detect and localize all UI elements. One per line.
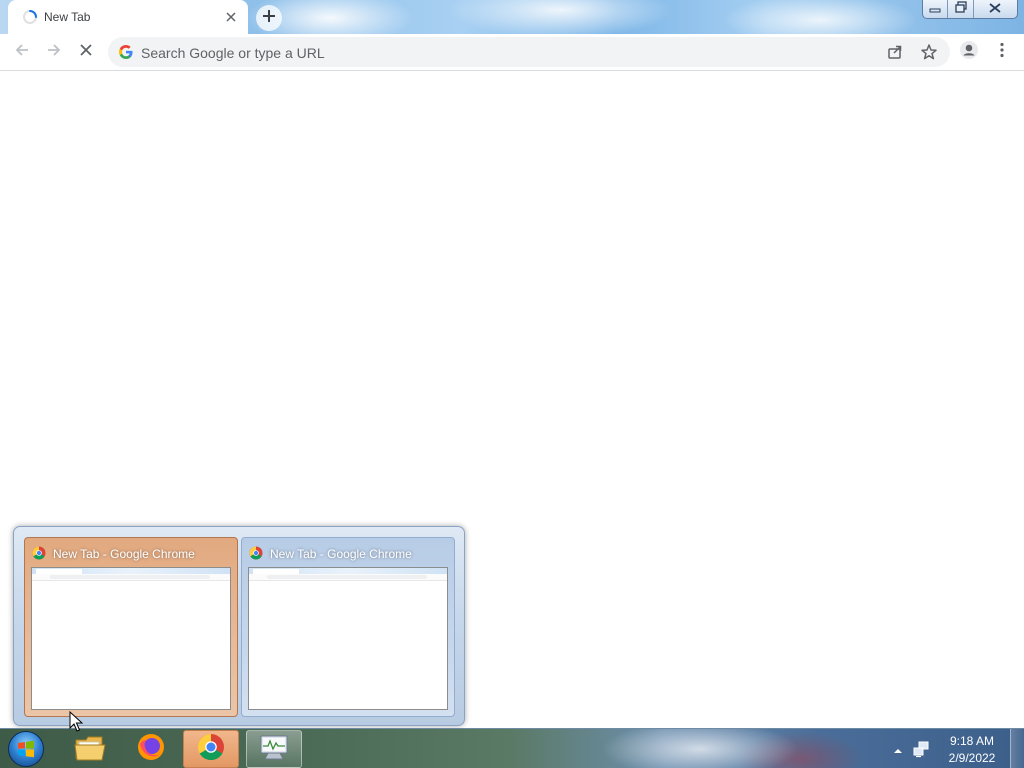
stop-icon [79, 43, 93, 62]
task-manager-icon [258, 733, 290, 766]
chrome-icon [32, 546, 46, 560]
restore-button[interactable] [948, 0, 974, 18]
browser-titlebar: New Tab [0, 0, 1024, 34]
thumbnail-screenshot [248, 567, 448, 710]
thumbnail-title: New Tab - Google Chrome [53, 547, 195, 561]
tab-new-tab[interactable]: New Tab [8, 0, 248, 34]
window-controls [922, 0, 1018, 19]
restore-icon [955, 0, 967, 18]
taskbar-thumbnail-preview: New Tab - Google Chrome New Tab - Google… [13, 526, 465, 726]
thumbnail-window-1[interactable]: New Tab - Google Chrome [24, 537, 238, 717]
browser-toolbar: Search Google or type a URL [0, 34, 1024, 71]
profile-icon [959, 40, 979, 65]
chrome-icon [249, 546, 263, 560]
address-bar[interactable]: Search Google or type a URL [108, 37, 950, 67]
back-arrow-icon [14, 42, 30, 63]
profile-button[interactable] [955, 38, 983, 66]
kebab-menu-icon [1000, 42, 1004, 63]
minimize-button[interactable] [923, 0, 949, 18]
address-bar-placeholder: Search Google or type a URL [141, 45, 325, 61]
taskbar-app-firefox[interactable] [123, 730, 179, 768]
new-tab-button[interactable] [256, 5, 282, 31]
thumbnail-window-2[interactable]: New Tab - Google Chrome [241, 537, 455, 717]
thumbnail-screenshot [31, 567, 231, 710]
window-close-button[interactable] [974, 0, 1017, 18]
back-button[interactable] [8, 38, 36, 66]
stop-loading-button[interactable] [72, 38, 100, 66]
network-icon[interactable] [912, 740, 930, 758]
share-icon[interactable] [886, 43, 906, 61]
forward-arrow-icon [46, 42, 62, 63]
tray-up-arrow-icon[interactable] [892, 743, 904, 753]
windows-start-icon [8, 731, 44, 767]
system-tray: 9:18 AM 2/9/2022 [888, 729, 1018, 768]
star-icon[interactable] [920, 43, 940, 61]
plus-icon [262, 9, 276, 28]
minimize-icon [929, 0, 941, 18]
clock-time[interactable]: 9:18 AM [942, 734, 1002, 748]
firefox-icon [136, 732, 166, 767]
windows-taskbar: 9:18 AM 2/9/2022 [0, 728, 1024, 768]
mouse-cursor-icon [69, 710, 84, 738]
forward-button[interactable] [40, 38, 68, 66]
taskbar-app-chrome[interactable] [183, 730, 239, 768]
clock-date[interactable]: 2/9/2022 [942, 751, 1002, 765]
tab-title: New Tab [44, 10, 91, 24]
loading-spinner-icon [22, 9, 38, 25]
taskbar-app-task-manager[interactable] [246, 730, 302, 768]
close-icon [989, 0, 1002, 18]
tab-close-icon[interactable] [222, 8, 240, 26]
google-g-icon [118, 44, 134, 60]
chrome-icon [197, 733, 225, 766]
show-desktop-button[interactable] [1010, 729, 1024, 768]
thumbnail-title: New Tab - Google Chrome [270, 547, 412, 561]
menu-button[interactable] [988, 38, 1016, 66]
start-button[interactable] [4, 730, 48, 768]
